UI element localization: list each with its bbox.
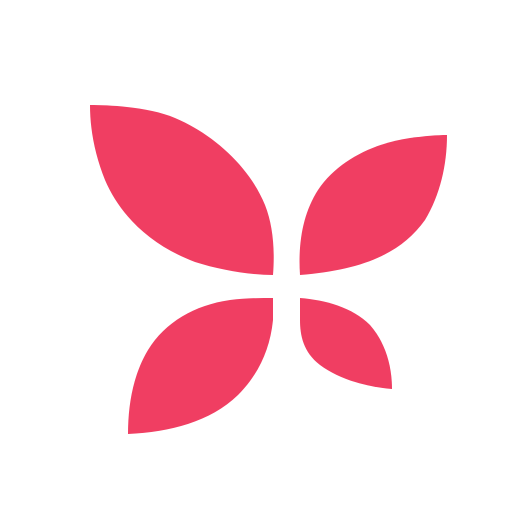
logo-petal-top-right bbox=[299, 135, 447, 275]
logo-petal-bottom-right bbox=[300, 298, 392, 389]
app-logo bbox=[0, 0, 512, 512]
logo-petal-top-left bbox=[90, 105, 274, 275]
logo-petal-bottom-left bbox=[128, 298, 273, 434]
butterfly-logo-icon bbox=[90, 105, 447, 434]
